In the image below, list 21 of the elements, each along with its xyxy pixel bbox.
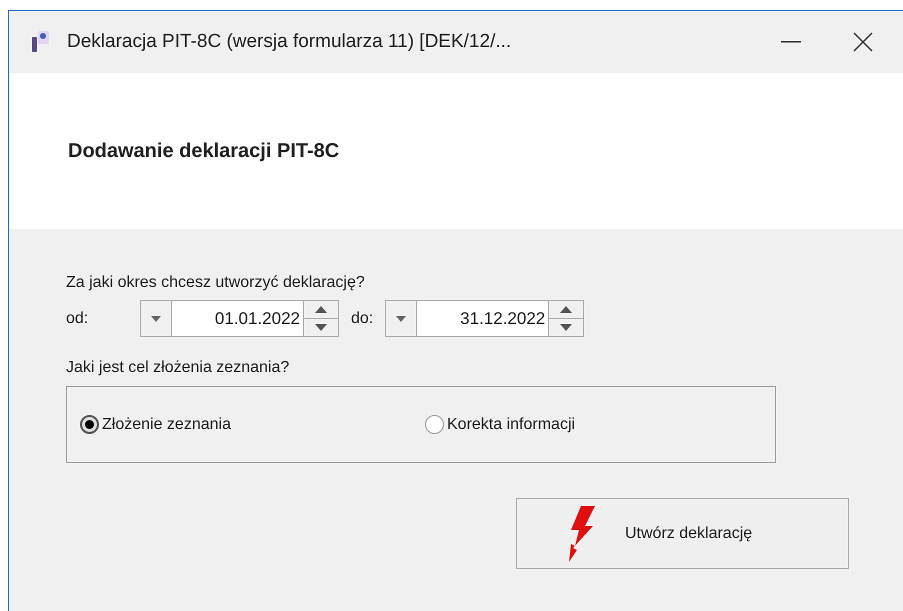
minimize-icon <box>781 41 802 43</box>
window-title: Deklaracja PIT-8C (wersja formularza 11) [DEK/12/... <box>67 30 512 54</box>
spinner-icon[interactable] <box>548 301 584 336</box>
create-declaration-button[interactable]: Utwórz deklarację <box>516 498 849 569</box>
date-value: 01.01.2022 <box>214 308 301 330</box>
header-title: Dodawanie deklaracji PIT-8C <box>68 139 340 164</box>
radio-button[interactable] <box>80 415 99 434</box>
app-icon <box>29 29 51 55</box>
radio-option[interactable]: Złożenie zeznania <box>80 412 425 436</box>
date-field[interactable]: 01.01.2022 <box>140 300 339 337</box>
purpose-question: Jaki jest cel złożenia zeznania? <box>66 358 290 378</box>
close-icon <box>853 32 874 52</box>
date-value: 31.12.2022 <box>459 308 546 330</box>
date-label: od: <box>66 308 90 328</box>
period-question: Za jaki okres chcesz utworzyć deklarację? <box>66 273 366 293</box>
lightning-icon <box>567 506 597 562</box>
radio-button[interactable] <box>425 415 444 434</box>
radio-option[interactable]: Korekta informacji <box>425 412 576 436</box>
date-field[interactable]: 31.12.2022 <box>385 300 584 337</box>
spinner-icon[interactable] <box>303 301 338 336</box>
date-label: do: <box>351 308 374 328</box>
